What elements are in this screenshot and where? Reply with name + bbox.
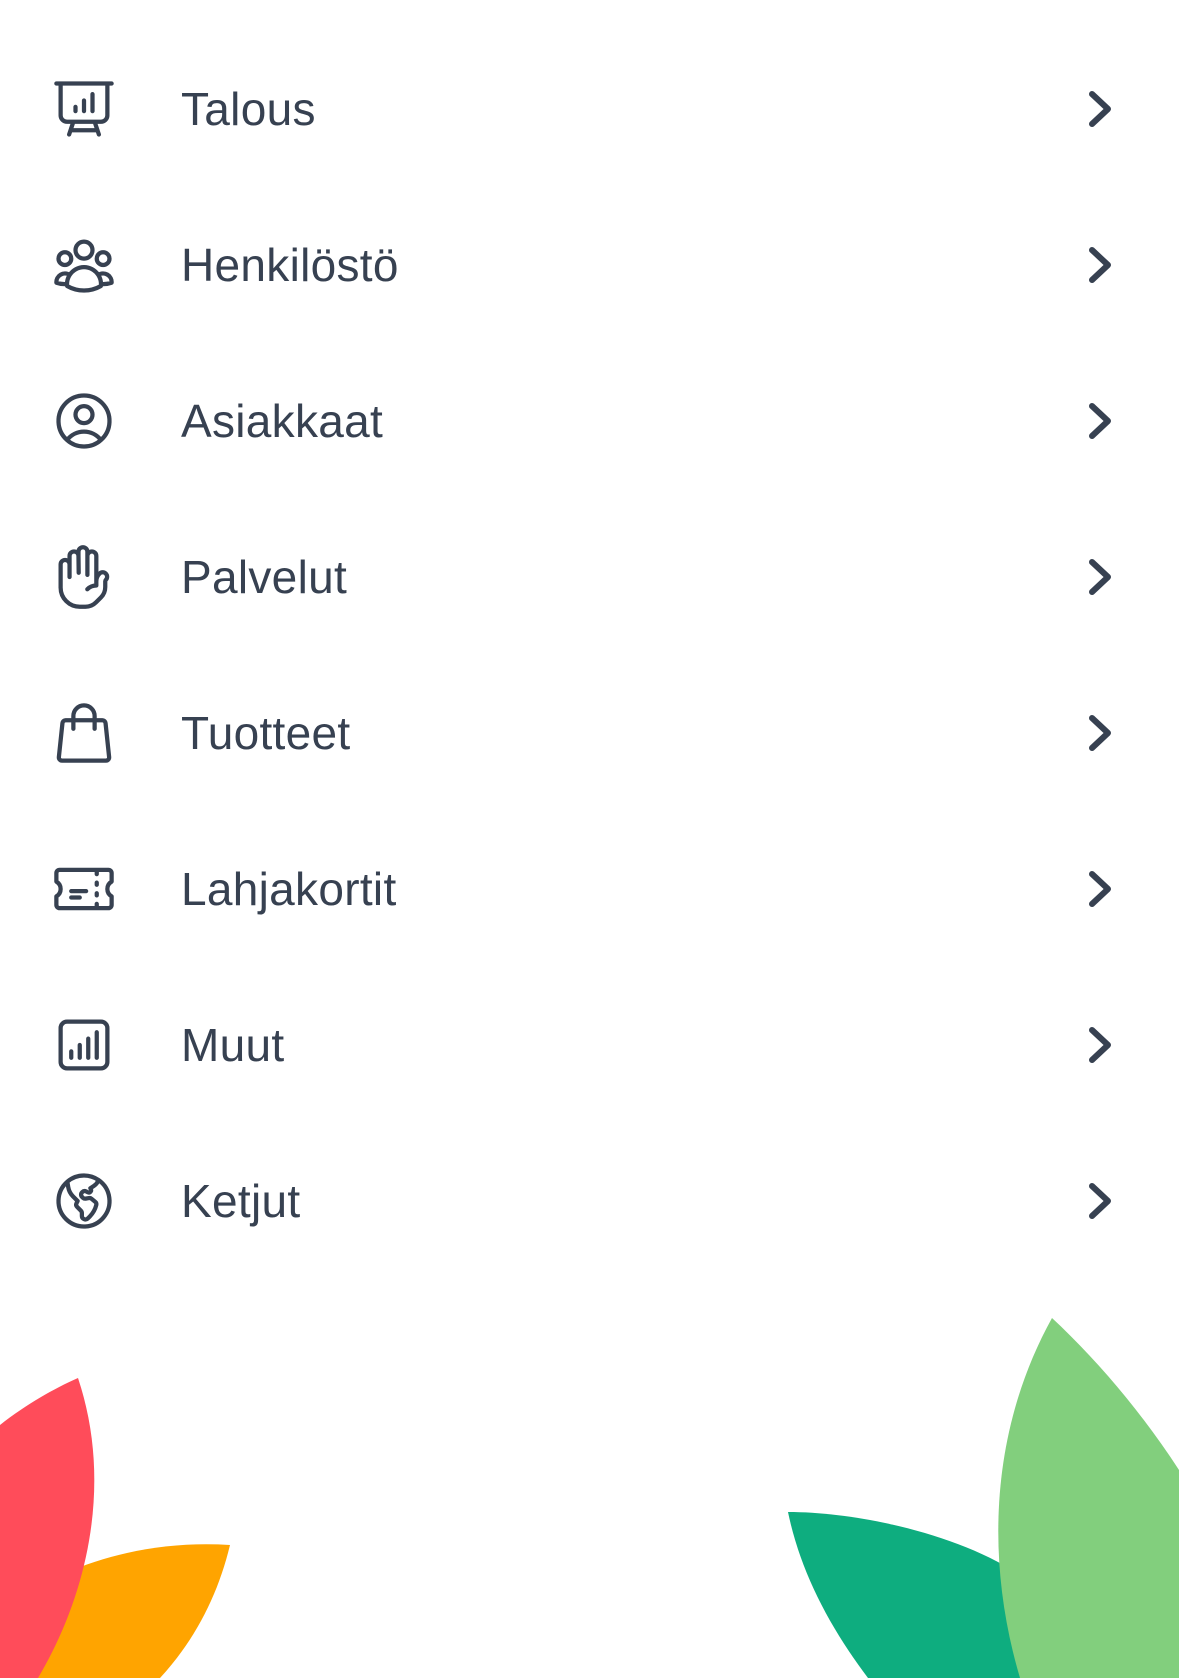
menu-item-label: Muut bbox=[181, 1019, 285, 1071]
shopping-bag-icon bbox=[50, 699, 118, 767]
menu-item-label: Henkilöstö bbox=[181, 239, 399, 291]
menu-item-talous[interactable]: Talous bbox=[0, 31, 1179, 187]
menu-item-label: Lahjakortit bbox=[181, 863, 397, 915]
chevron-right-icon bbox=[1084, 1024, 1116, 1066]
menu-item-ketjut[interactable]: Ketjut bbox=[0, 1123, 1179, 1279]
light-green-leaf bbox=[998, 1318, 1179, 1678]
globe-icon bbox=[50, 1167, 118, 1235]
chevron-right-icon bbox=[1084, 400, 1116, 442]
menu-item-lahjakortit[interactable]: Lahjakortit bbox=[0, 811, 1179, 967]
chevron-right-icon bbox=[1084, 244, 1116, 286]
chevron-right-icon bbox=[1084, 712, 1116, 754]
menu-item-label: Asiakkaat bbox=[181, 395, 384, 447]
chevron-right-icon bbox=[1084, 88, 1116, 130]
chevron-right-icon bbox=[1084, 556, 1116, 598]
menu-item-label: Talous bbox=[181, 83, 316, 135]
menu-item-henkilosto[interactable]: Henkilöstö bbox=[0, 187, 1179, 343]
menu-item-palvelut[interactable]: Palvelut bbox=[0, 499, 1179, 655]
menu-item-asiakkaat[interactable]: Asiakkaat bbox=[0, 343, 1179, 499]
red-leaf bbox=[0, 1378, 95, 1678]
menu-item-label: Palvelut bbox=[181, 551, 348, 603]
user-circle-icon bbox=[50, 387, 118, 455]
chevron-right-icon bbox=[1084, 1180, 1116, 1222]
user-group-icon bbox=[50, 231, 118, 299]
menu-item-tuotteet[interactable]: Tuotteet bbox=[0, 655, 1179, 811]
presentation-chart-icon bbox=[50, 75, 118, 143]
ticket-icon bbox=[50, 855, 118, 923]
orange-leaf bbox=[0, 1544, 230, 1678]
dark-green-leaf bbox=[788, 1512, 1040, 1678]
menu-item-label: Tuotteet bbox=[181, 707, 351, 759]
hand-raised-icon bbox=[50, 543, 118, 611]
menu-item-muut[interactable]: Muut bbox=[0, 967, 1179, 1123]
chevron-right-icon bbox=[1084, 868, 1116, 910]
menu-item-label: Ketjut bbox=[181, 1175, 301, 1227]
chart-bar-square-icon bbox=[50, 1011, 118, 1079]
